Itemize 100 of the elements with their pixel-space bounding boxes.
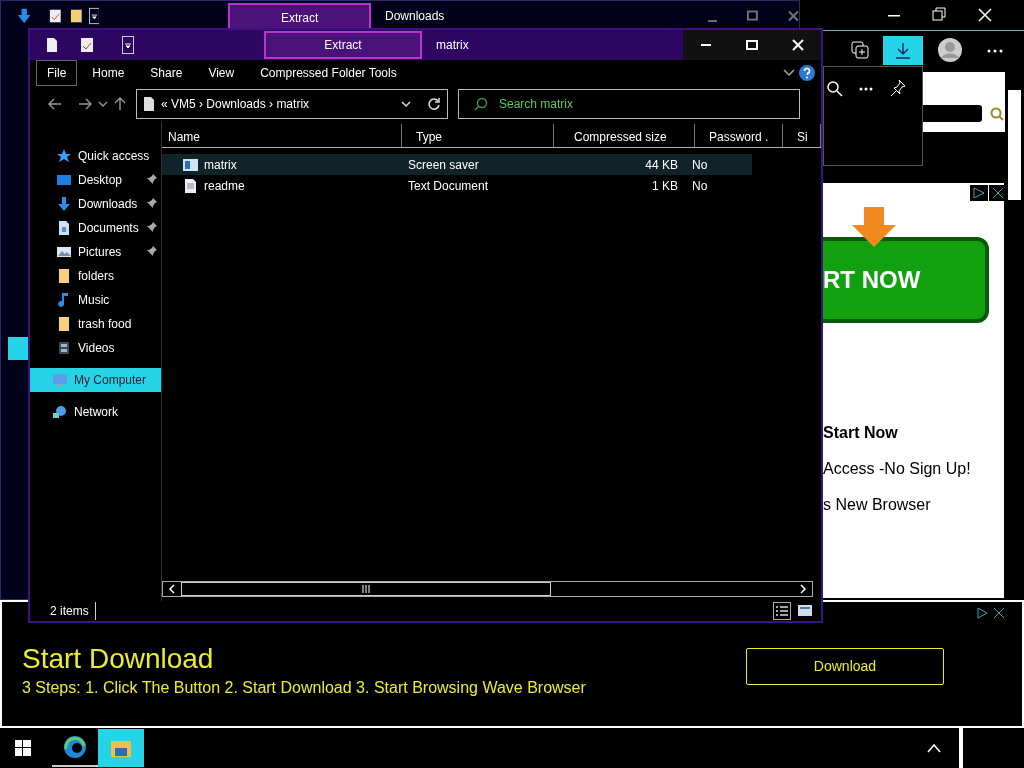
- desktop-icon: [56, 172, 72, 188]
- ribbon-tab[interactable]: Compressed Folder Tools: [249, 60, 408, 86]
- column-header[interactable]: Password .: [703, 124, 783, 147]
- minimize-icon: [708, 20, 718, 22]
- ad-text: s New Browser: [823, 495, 931, 515]
- window-title: Downloads: [385, 8, 445, 25]
- sidebar-item[interactable]: Desktop: [30, 168, 161, 192]
- scroll-right-icon[interactable]: [798, 584, 808, 594]
- grip-icon: [362, 585, 370, 593]
- maximize-icon: [747, 10, 759, 22]
- film-icon: [56, 340, 72, 356]
- more-icon[interactable]: [859, 87, 873, 91]
- chevron-down-icon[interactable]: [783, 69, 795, 77]
- sidebar-item[interactable]: Videos: [30, 336, 161, 360]
- file-icon: [143, 96, 155, 112]
- text-file-icon: [182, 177, 198, 194]
- download-icon: [56, 196, 72, 212]
- document-icon: [56, 220, 72, 236]
- selection-highlight: [8, 337, 30, 360]
- chevron-down-icon[interactable]: [98, 100, 108, 108]
- details-view-icon[interactable]: [773, 602, 791, 620]
- search-field[interactable]: [923, 105, 982, 122]
- picture-icon: [56, 244, 72, 260]
- sidebar-item[interactable]: Network: [30, 400, 161, 424]
- screen-icon: [182, 156, 198, 173]
- sidebar-item[interactable]: Pictures: [30, 240, 161, 264]
- password-status: No: [692, 156, 708, 174]
- downloads-button[interactable]: [883, 36, 923, 65]
- password-status: No: [692, 177, 708, 195]
- column-header[interactable]: Name: [162, 124, 402, 147]
- file-row[interactable]: matrix Screen saver 44 KB No: [162, 154, 752, 175]
- sidebar-item[interactable]: Downloads: [30, 192, 161, 216]
- notepad-icon: [80, 37, 94, 53]
- search-icon[interactable]: [827, 81, 843, 97]
- more-icon[interactable]: [987, 49, 1003, 53]
- folder-icon: [110, 738, 132, 758]
- ribbon-tab[interactable]: Home: [81, 60, 136, 86]
- maximize-icon[interactable]: [746, 40, 758, 50]
- file-size: 44 KB: [644, 156, 679, 174]
- back-icon[interactable]: [48, 98, 62, 110]
- search-field[interactable]: Search matrix: [458, 89, 800, 119]
- column-header[interactable]: Type: [410, 124, 554, 147]
- ad-info-icon[interactable]: [970, 185, 988, 201]
- close-icon[interactable]: [989, 185, 1007, 201]
- folder-icon: [56, 316, 72, 332]
- preview-view-icon[interactable]: [797, 604, 813, 618]
- dropdown-icon: [122, 36, 134, 54]
- pin-icon[interactable]: [890, 79, 906, 97]
- browser-icon: [63, 735, 87, 759]
- scrollbar-thumb[interactable]: [181, 582, 551, 596]
- collections-icon[interactable]: [850, 40, 870, 60]
- close-button[interactable]: [775, 30, 821, 60]
- window-title: matrix: [436, 37, 469, 54]
- up-icon[interactable]: [114, 97, 126, 111]
- folder-icon: [56, 268, 72, 284]
- chevron-up-icon: [927, 743, 941, 753]
- close-icon[interactable]: [992, 606, 1006, 620]
- scroll-left-icon[interactable]: [167, 584, 177, 594]
- help-icon[interactable]: [799, 65, 815, 81]
- ribbon-tab[interactable]: View: [197, 60, 246, 86]
- file-icon: [46, 37, 58, 53]
- file-type: Text Document: [408, 177, 490, 195]
- ad-info-icon[interactable]: [975, 606, 989, 620]
- file-type: Screen saver: [408, 156, 480, 174]
- network-icon: [52, 404, 68, 420]
- download-icon: [894, 41, 912, 60]
- close-icon: [788, 10, 799, 22]
- column-header[interactable]: Si: [791, 124, 821, 147]
- file-name: matrix: [204, 156, 237, 174]
- avatar-icon[interactable]: [937, 37, 963, 63]
- breadcrumb-path[interactable]: « VM5 › Downloads › matrix: [161, 95, 310, 113]
- column-header[interactable]: Compressed size: [568, 124, 695, 147]
- sidebar-item[interactable]: trash food: [30, 312, 161, 336]
- sidebar-item[interactable]: folders: [30, 264, 161, 288]
- sidebar-item[interactable]: Music: [30, 288, 161, 312]
- sidebar-item[interactable]: Quick access: [30, 144, 161, 168]
- ad-text: Access -No Sign Up!: [823, 459, 971, 479]
- ribbon-tab[interactable]: Share: [139, 60, 194, 86]
- ad-text: 3 Steps: 1. Click The Button 2. Start Download 3. Start Browsing Wave Browser: [22, 678, 586, 698]
- refresh-icon[interactable]: [427, 97, 441, 111]
- notepad-icon: [49, 8, 62, 24]
- arrow-icon: [850, 207, 898, 247]
- download-icon: [17, 7, 32, 25]
- dropdown-icon: [88, 7, 100, 25]
- search-icon: [474, 97, 488, 111]
- folder-icon: [70, 8, 83, 24]
- file-size: 1 KB: [651, 177, 679, 195]
- horizontal-scrollbar[interactable]: [162, 581, 813, 597]
- sidebar-item[interactable]: Documents: [30, 216, 161, 240]
- computer-icon: [52, 372, 68, 388]
- windows-icon: [15, 740, 31, 756]
- star-icon: [56, 148, 72, 164]
- address-bar[interactable]: « VM5 › Downloads › matrix: [136, 89, 448, 119]
- download-button[interactable]: Download: [746, 648, 944, 685]
- ribbon-tab[interactable]: File: [36, 60, 78, 86]
- ad-title: Start Download: [22, 642, 214, 676]
- forward-icon[interactable]: [78, 98, 92, 110]
- sidebar-item[interactable]: My Computer: [30, 368, 161, 392]
- file-row[interactable]: readme Text Document 1 KB No: [162, 175, 752, 196]
- scrollbar-thumb[interactable]: [1008, 90, 1021, 200]
